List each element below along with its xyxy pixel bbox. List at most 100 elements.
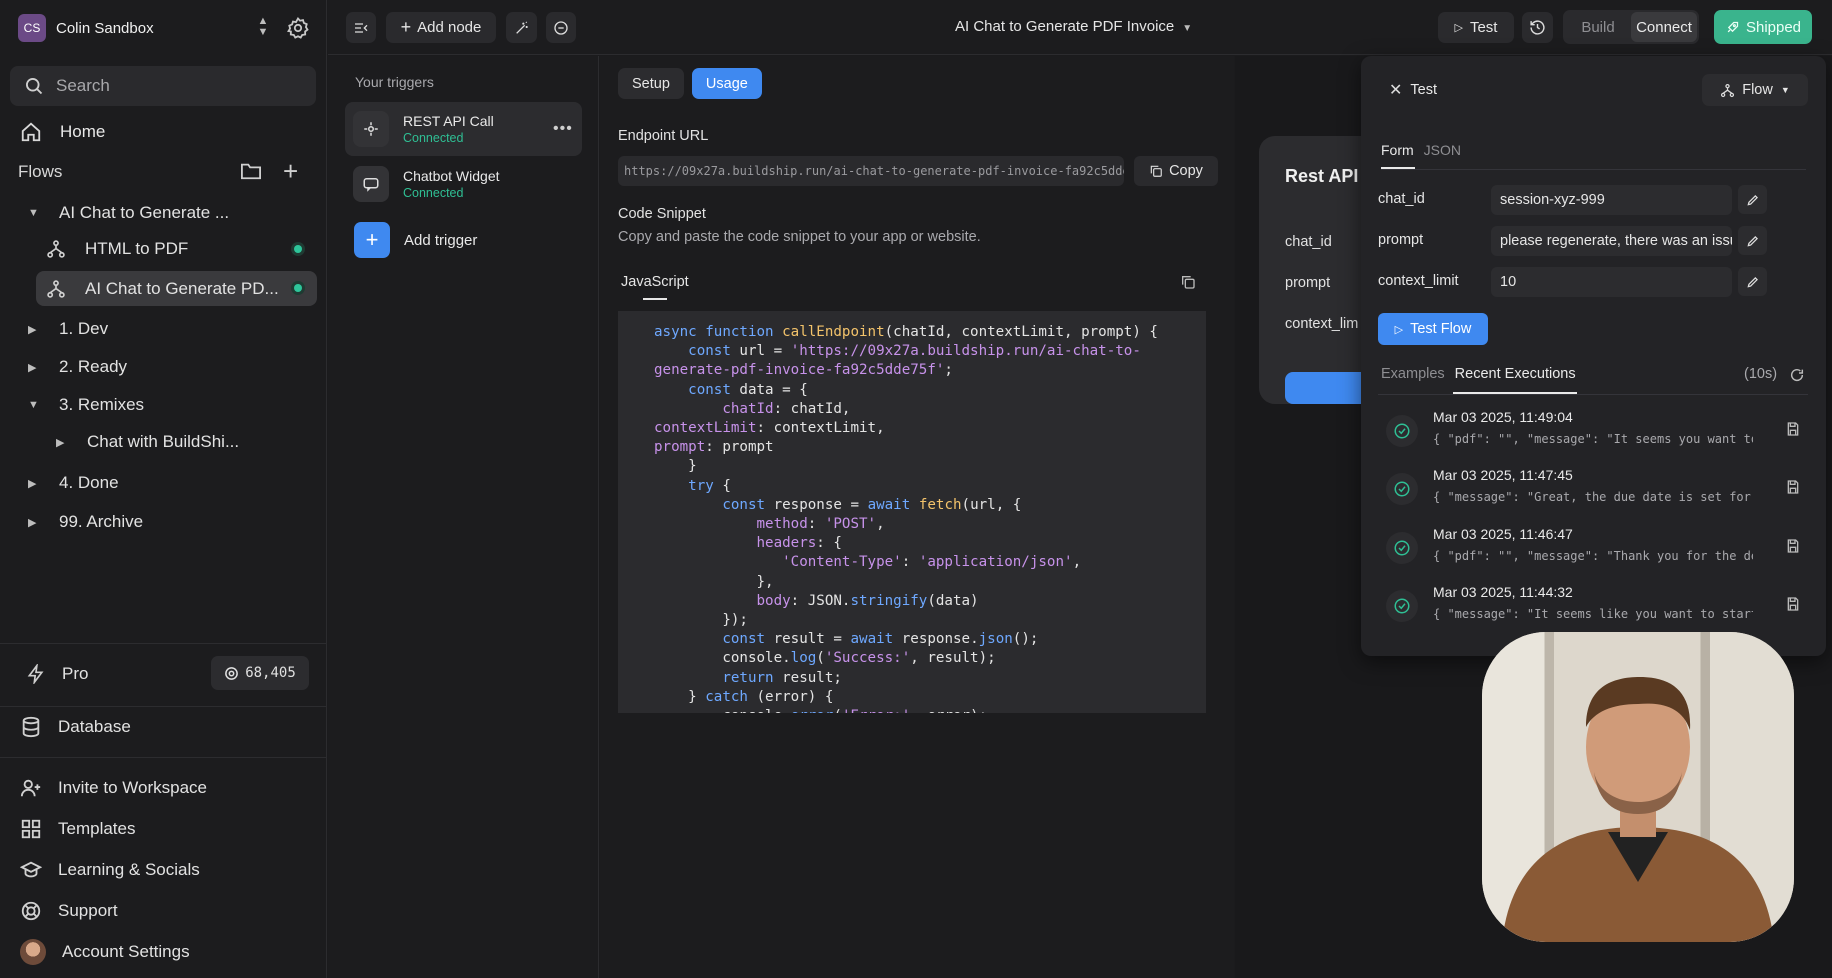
tab-usage[interactable]: Usage — [691, 68, 762, 99]
save-icon[interactable] — [1785, 479, 1801, 495]
edit-context-limit-button[interactable] — [1738, 267, 1767, 296]
credits-value: 68,405 — [245, 665, 296, 681]
tab-examples[interactable]: Examples — [1381, 366, 1445, 382]
add-flow-button[interactable]: + — [283, 158, 298, 184]
tree-label: 2. Ready — [59, 357, 128, 376]
nav-templates-label: Templates — [58, 819, 136, 838]
tree-folder-remixes[interactable]: ▼ 3. Remixes — [28, 389, 144, 421]
play-icon: ▷ — [1394, 323, 1404, 336]
tab-javascript[interactable]: JavaScript — [621, 274, 689, 290]
flow-icon — [47, 240, 65, 258]
tree-folder-chat-buildship[interactable]: ▶ Chat with BuildShi... — [56, 426, 239, 458]
context-limit-input[interactable]: 10 — [1491, 267, 1732, 297]
flow-title-dropdown[interactable]: AI Chat to Generate PDF Invoice ▼ — [955, 18, 1192, 35]
nav-support-label: Support — [58, 901, 118, 920]
nav-home[interactable]: Home — [20, 118, 105, 146]
execution-row[interactable]: Mar 03 2025, 11:44:32 { "message": "It s… — [1378, 582, 1808, 632]
nav-templates[interactable]: Templates — [20, 815, 135, 843]
nav-invite[interactable]: Invite to Workspace — [20, 774, 207, 802]
copy-code-icon[interactable] — [1180, 274, 1196, 290]
divider — [1381, 169, 1806, 170]
add-node-button[interactable]: + Add node — [386, 12, 496, 43]
edit-chat-id-button[interactable] — [1738, 185, 1767, 214]
chat-icon — [554, 20, 568, 35]
save-icon[interactable] — [1785, 421, 1801, 437]
search-input[interactable]: Search — [10, 66, 316, 106]
code-snippet-block[interactable]: async function callEndpoint(chatId, cont… — [618, 311, 1206, 713]
shipped-button[interactable]: Shipped — [1714, 10, 1812, 44]
tree-folder-ai-chat[interactable]: ▼ AI Chat to Generate ... — [28, 197, 229, 229]
flow-dropdown-label: Flow — [1742, 82, 1773, 98]
pro-label: Pro — [62, 664, 89, 683]
executions-tabs: Examples Recent Executions — [1381, 366, 1576, 382]
tree-flow-html-to-pdf[interactable]: HTML to PDF — [46, 233, 314, 265]
folder-icon[interactable] — [240, 161, 262, 181]
caret-right-icon: ▶ — [28, 477, 37, 490]
tab-json[interactable]: JSON — [1424, 142, 1461, 158]
copy-label: Copy — [1169, 163, 1203, 179]
tree-folder-archive[interactable]: ▶ 99. Archive — [28, 506, 143, 538]
copy-icon — [1150, 165, 1162, 177]
workspace-switcher[interactable]: CS Colin Sandbox ▲ ▼ — [18, 14, 313, 42]
connect-tab[interactable]: Connect — [1631, 12, 1697, 42]
history-button[interactable] — [1522, 12, 1553, 43]
nav-database[interactable]: Database — [20, 713, 131, 741]
toggle-sidebar-button[interactable] — [346, 12, 376, 43]
tree-folder-done[interactable]: ▶ 4. Done — [28, 467, 119, 499]
chevron-down-icon: ▼ — [1780, 85, 1790, 95]
tab-recent-executions[interactable]: Recent Executions — [1455, 366, 1576, 382]
trigger-name: REST API Call — [403, 113, 494, 129]
add-trigger-button[interactable]: + Add trigger — [354, 222, 477, 258]
save-icon[interactable] — [1785, 538, 1801, 554]
trigger-status: Connected — [403, 186, 464, 200]
caret-right-icon: ▶ — [28, 516, 37, 529]
execution-row[interactable]: Mar 03 2025, 11:47:45 { "message": "Grea… — [1378, 465, 1808, 515]
trigger-chatbot-widget[interactable]: Chatbot Widget Connected — [345, 157, 582, 211]
execution-preview: { "pdf": "", "message": "Thank you for t… — [1433, 549, 1753, 563]
execution-row[interactable]: Mar 03 2025, 11:49:04 { "pdf": "", "mess… — [1378, 407, 1808, 457]
nav-learning[interactable]: Learning & Socials — [20, 856, 200, 884]
flow-icon — [1721, 83, 1735, 97]
trigger-name: Chatbot Widget — [403, 168, 500, 184]
edit-prompt-button[interactable] — [1738, 226, 1767, 255]
tab-form[interactable]: Form — [1381, 142, 1414, 158]
gear-icon[interactable] — [286, 16, 310, 40]
more-options-icon[interactable]: ••• — [553, 120, 573, 138]
flow-icon — [47, 279, 65, 298]
nav-account-settings[interactable]: Account Settings — [20, 938, 190, 966]
build-tab[interactable]: Build — [1565, 12, 1631, 42]
tree-label: AI Chat to Generate ... — [59, 203, 230, 222]
caret-right-icon: ▶ — [28, 361, 37, 374]
close-test-button[interactable]: ✕ Test — [1389, 80, 1437, 100]
trigger-rest-api[interactable]: REST API Call Connected ••• — [345, 102, 582, 156]
webcam-overlay — [1482, 632, 1794, 942]
code-snippet-label: Code Snippet — [618, 206, 706, 222]
tab-underline — [643, 298, 667, 300]
tree-folder-ready[interactable]: ▶ 2. Ready — [28, 351, 127, 383]
chat-button[interactable] — [546, 12, 576, 43]
tree-flow-ai-chat-selected[interactable]: AI Chat to Generate PD... — [36, 271, 317, 306]
nav-support[interactable]: Support — [20, 897, 118, 925]
copy-url-button[interactable]: Copy — [1134, 156, 1218, 186]
presenter-video — [1502, 677, 1774, 942]
save-icon[interactable] — [1785, 596, 1801, 612]
refresh-icon[interactable] — [1789, 367, 1805, 383]
magic-wand-icon — [515, 21, 528, 34]
lifebuoy-icon — [21, 901, 41, 921]
credits-badge[interactable]: 68,405 — [211, 656, 309, 690]
prompt-input[interactable]: please regenerate, there was an issue — [1491, 226, 1732, 256]
test-button[interactable]: ▷ Test — [1438, 12, 1514, 43]
field-label-chat-id: chat_id — [1378, 191, 1425, 207]
flow-dropdown[interactable]: Flow ▼ — [1702, 74, 1808, 106]
chevron-updown-icon[interactable]: ▲ ▼ — [256, 16, 270, 40]
endpoint-url-field[interactable]: https://09x27a.buildship.run/ai-chat-to-… — [618, 156, 1124, 186]
pro-plan-row[interactable]: Pro 68,405 — [26, 656, 311, 692]
top-toolbar: + Add node AI Chat to Generate PDF Invoi… — [328, 0, 1832, 55]
chat-id-input[interactable]: session-xyz-999 — [1491, 185, 1732, 215]
execution-row[interactable]: Mar 03 2025, 11:46:47 { "pdf": "", "mess… — [1378, 524, 1808, 574]
magic-wand-button[interactable] — [506, 12, 537, 43]
tree-folder-dev[interactable]: ▶ 1. Dev — [28, 313, 108, 345]
execution-preview: { "message": "It seems like you want to … — [1433, 607, 1753, 621]
test-flow-button[interactable]: ▷ Test Flow — [1378, 313, 1488, 345]
tab-setup[interactable]: Setup — [618, 68, 684, 99]
